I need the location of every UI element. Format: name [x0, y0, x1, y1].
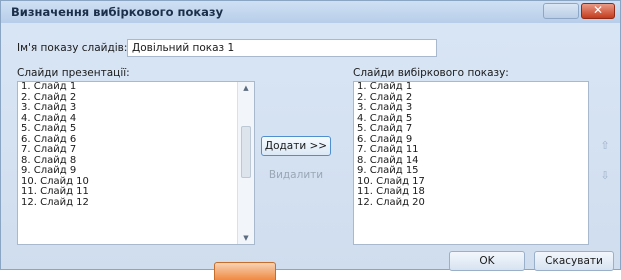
minimize-icon[interactable] [543, 3, 579, 19]
presentation-slides-items: 1. Слайд 1 2. Слайд 2 3. Слайд 3 4. Слай… [18, 82, 254, 208]
show-name-label: Ім'я показу слайдів: [17, 42, 128, 54]
custom-show-dialog: Визначення вибіркового показу ✕ Ім'я пок… [0, 0, 621, 271]
custom-show-slides-label: Слайди вибіркового показу: [353, 67, 509, 79]
list-item[interactable]: 3. Слайд 3 [354, 102, 588, 114]
list-item[interactable]: 7. Слайд 7 [18, 144, 254, 156]
list-item[interactable]: 11. Слайд 11 [18, 186, 254, 198]
vertical-scrollbar[interactable]: ▲ ▼ [237, 82, 254, 244]
list-item[interactable]: 12. Слайд 12 [18, 197, 254, 209]
list-item[interactable]: 11. Слайд 18 [354, 186, 588, 198]
arrow-up-icon[interactable]: ⇧ [597, 138, 613, 154]
cancel-button[interactable]: Скасувати [534, 251, 614, 271]
list-item[interactable]: 9. Слайд 9 [18, 165, 254, 177]
list-item[interactable]: 12. Слайд 20 [354, 197, 588, 209]
presentation-slides-label: Слайди презентації: [17, 67, 130, 79]
close-icon: ✕ [592, 3, 604, 17]
arrow-down-icon[interactable]: ⇩ [597, 168, 613, 184]
scroll-up-icon[interactable]: ▲ [238, 84, 254, 92]
dialog-title: Визначення вибіркового показу [11, 5, 224, 19]
show-name-input[interactable]: Довільний показ 1 [127, 39, 437, 57]
scroll-thumb[interactable] [241, 126, 251, 178]
list-item[interactable]: 1. Слайд 1 [354, 82, 588, 93]
ok-button[interactable]: OK [449, 251, 525, 271]
powerpoint-icon [214, 262, 276, 280]
presentation-slides-list[interactable]: 1. Слайд 1 2. Слайд 2 3. Слайд 3 4. Слай… [17, 81, 255, 245]
scroll-down-icon[interactable]: ▼ [238, 234, 254, 242]
title-bar[interactable]: Визначення вибіркового показу ✕ [1, 1, 620, 23]
list-item[interactable]: 9. Слайд 15 [354, 165, 588, 177]
list-item[interactable]: 7. Слайд 11 [354, 144, 588, 156]
close-button[interactable]: ✕ [581, 3, 615, 19]
add-button[interactable]: Додати >> [261, 136, 331, 156]
list-item[interactable]: 5. Слайд 7 [354, 123, 588, 135]
list-item[interactable]: 1. Слайд 1 [18, 82, 254, 93]
remove-button[interactable]: Видалити [261, 166, 331, 186]
list-item[interactable]: 3. Слайд 3 [18, 102, 254, 114]
custom-show-slides-list[interactable]: 1. Слайд 1 2. Слайд 2 3. Слайд 3 4. Слай… [353, 81, 589, 245]
list-item[interactable]: 5. Слайд 5 [18, 123, 254, 135]
